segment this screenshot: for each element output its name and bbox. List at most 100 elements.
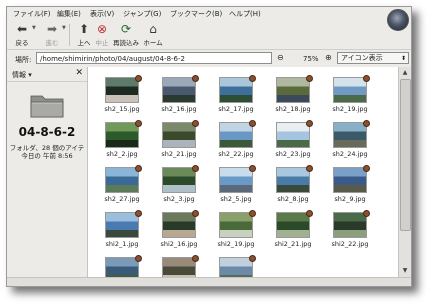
file-icon-item[interactable]: sh2_8.jpg xyxy=(273,165,313,203)
emblem-icon xyxy=(135,75,142,82)
emblem-icon xyxy=(249,75,256,82)
file-icon-item[interactable]: sh2_18.jpg xyxy=(273,75,313,113)
sidebar: 情報 ▾ ✕ 04-8-6-2 フォルダ、28 個のアイテ 今日の 午前 8:5… xyxy=(7,67,88,277)
file-icon-item[interactable]: shi2_19.jpg xyxy=(216,210,256,248)
home-button[interactable]: ⌂ ホーム xyxy=(140,21,166,47)
file-icon-item[interactable]: sh2_21.jpg xyxy=(159,120,199,158)
file-icon-item[interactable]: sh2_3.jpg xyxy=(159,165,199,203)
file-icon-item[interactable]: sh2_2.jpg xyxy=(102,120,142,158)
dropdown-arrow-icon: ⬍ xyxy=(400,55,406,62)
location-bar: 場所: /home/shimirin/photo/04/august/04-8-… xyxy=(7,49,411,69)
file-icon-item[interactable]: sh2_9.jpg xyxy=(330,165,370,203)
throbber-icon xyxy=(387,9,409,31)
menu-go[interactable]: ジャンプ(G) xyxy=(123,9,161,19)
emblem-icon xyxy=(135,165,142,172)
emblem-icon xyxy=(363,75,370,82)
file-icon-item[interactable]: shi2_1.jpg xyxy=(102,210,142,248)
photo-thumbnail xyxy=(276,212,310,238)
file-manager-window: ファイル(F) 編集(E) 表示(V) ジャンプ(G) ブックマーク(B) ヘル… xyxy=(6,6,412,287)
file-icon-item[interactable]: shi2_16.jpg xyxy=(159,210,199,248)
file-icon-item[interactable]: sh2_19.jpg xyxy=(330,75,370,113)
reload-button[interactable]: ⟳ 再読込み xyxy=(111,21,141,47)
file-name-label: sh2_16.jpg xyxy=(161,105,197,113)
file-icon-item[interactable]: sh2_5.jpg xyxy=(216,165,256,203)
file-icon-item[interactable]: shi2_21.jpg xyxy=(273,210,313,248)
file-icon-item[interactable]: sh2_15.jpg xyxy=(102,75,142,113)
scroll-down-icon[interactable]: ▼ xyxy=(400,266,410,276)
home-label: ホーム xyxy=(143,39,163,47)
photo-thumbnail xyxy=(105,257,139,277)
file-icon-item[interactable]: sh2_27.jpg xyxy=(102,165,142,203)
forward-arrow-icon: ➡ xyxy=(46,22,58,36)
back-history-dropdown-icon[interactable]: ▼ xyxy=(32,25,36,31)
view-mode-select[interactable]: アイコン表示 ⬍ xyxy=(337,52,409,64)
file-name-label: sh2_17.jpg xyxy=(218,105,254,113)
location-input[interactable]: /home/shimirin/photo/04/august/04-8-6-2 xyxy=(36,52,272,64)
vertical-scrollbar[interactable]: ▲ ▼ xyxy=(398,67,411,277)
photo-thumbnail xyxy=(105,212,139,238)
file-name-label: sh2_27.jpg xyxy=(104,195,140,203)
file-icon-item[interactable] xyxy=(216,255,256,277)
menu-file[interactable]: ファイル(F) xyxy=(13,9,51,19)
emblem-icon xyxy=(306,165,313,172)
photo-thumbnail xyxy=(162,257,196,277)
file-name-label: sh2_2.jpg xyxy=(106,150,138,158)
emblem-icon xyxy=(192,75,199,82)
emblem-icon xyxy=(192,165,199,172)
file-icon-item[interactable]: sh2_17.jpg xyxy=(216,75,256,113)
zoom-level[interactable]: 75% xyxy=(303,55,319,63)
file-icon-item[interactable]: sh2_22.jpg xyxy=(216,120,256,158)
emblem-icon xyxy=(363,210,370,217)
file-icon-item[interactable]: sh2_23.jpg xyxy=(273,120,313,158)
file-name-label: sh2_22.jpg xyxy=(218,150,254,158)
emblem-icon xyxy=(192,255,199,262)
emblem-icon xyxy=(135,210,142,217)
file-name-label: sh2_23.jpg xyxy=(275,150,311,158)
file-name-label: shi2_21.jpg xyxy=(274,240,312,248)
statusbar xyxy=(7,277,411,286)
photo-thumbnail xyxy=(162,122,196,148)
zoom-in-icon[interactable]: ⊕ xyxy=(325,53,332,62)
photo-thumbnail xyxy=(105,77,139,103)
menu-edit[interactable]: 編集(E) xyxy=(57,9,81,19)
file-icon-item[interactable]: sh2_16.jpg xyxy=(159,75,199,113)
scrollbar-thumb[interactable] xyxy=(400,79,411,231)
emblem-icon xyxy=(363,165,370,172)
photo-thumbnail xyxy=(333,77,367,103)
photo-thumbnail xyxy=(219,212,253,238)
view-mode-value: アイコン表示 xyxy=(341,54,383,62)
zoom-out-icon[interactable]: ⊖ xyxy=(277,53,284,62)
file-icon-item[interactable]: sh2_24.jpg xyxy=(330,120,370,158)
photo-thumbnail xyxy=(276,122,310,148)
stop-icon: ⊗ xyxy=(96,22,108,36)
folder-modified-date: 今日の 午前 8:56 xyxy=(21,152,73,160)
file-name-label: shi2_16.jpg xyxy=(160,240,198,248)
file-name-label: sh2_19.jpg xyxy=(332,105,368,113)
photo-thumbnail xyxy=(333,167,367,193)
file-name-label: sh2_5.jpg xyxy=(220,195,252,203)
photo-thumbnail xyxy=(219,257,253,277)
photo-thumbnail xyxy=(219,122,253,148)
file-name-label: shi2_19.jpg xyxy=(217,240,255,248)
file-icon-item[interactable]: shi2_22.jpg xyxy=(330,210,370,248)
photo-thumbnail xyxy=(276,167,310,193)
photo-thumbnail xyxy=(105,167,139,193)
toolbar-separator xyxy=(69,24,70,46)
reload-label: 再読込み xyxy=(113,39,139,47)
sidebar-header: 情報 ▾ ✕ xyxy=(7,67,87,82)
file-icon-item[interactable] xyxy=(159,255,199,277)
menu-view[interactable]: 表示(V) xyxy=(90,9,114,19)
forward-label: 進む xyxy=(45,39,59,47)
emblem-icon xyxy=(249,120,256,127)
emblem-icon xyxy=(192,120,199,127)
scroll-up-icon[interactable]: ▲ xyxy=(400,68,410,78)
emblem-icon xyxy=(306,120,313,127)
emblem-icon xyxy=(135,120,142,127)
menu-help[interactable]: ヘルプ(H) xyxy=(229,9,261,19)
sidebar-type-selector[interactable]: 情報 ▾ xyxy=(12,70,32,80)
file-icon-item[interactable] xyxy=(102,255,142,277)
forward-history-dropdown-icon[interactable]: ▼ xyxy=(62,25,66,31)
menu-bookmarks[interactable]: ブックマーク(B) xyxy=(170,9,222,19)
folder-name: 04-8-6-2 xyxy=(18,125,76,139)
close-icon[interactable]: ✕ xyxy=(75,68,83,78)
